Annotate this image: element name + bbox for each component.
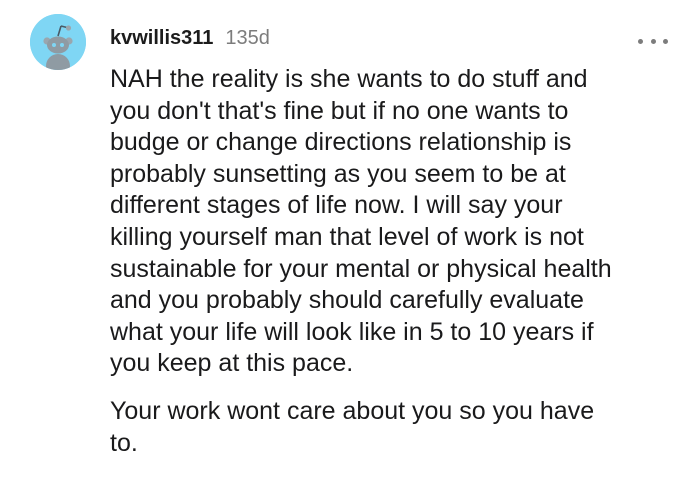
comment-card: kvwillis311 135d NAH the reality is she … — [0, 0, 700, 486]
comment-age: 135d — [225, 27, 270, 49]
dot — [638, 38, 643, 44]
text-line: different stages of life now. I will say… — [110, 191, 563, 220]
text-line: sustainable for your mental or physical … — [110, 254, 612, 283]
text-line: and you probably should carefully evalua… — [110, 286, 584, 315]
text-line: budge or change directions relationship … — [110, 128, 572, 157]
comment-meta: kvwillis311 135d — [110, 27, 270, 50]
text-line: killing yourself man that level of work … — [110, 222, 584, 251]
dot — [663, 38, 668, 44]
snoo-avatar-icon[interactable] — [30, 14, 86, 70]
text-line: you don't that's fine but if no one want… — [110, 96, 569, 125]
comment-body: NAH the reality is she wants to do stuff… — [110, 64, 670, 459]
text-line: what your life will look like in 5 to 10… — [110, 317, 594, 346]
comment-paragraph-2: Your work wont care about you so you hav… — [110, 396, 670, 459]
more-horizontal-icon[interactable] — [638, 34, 668, 48]
dot — [650, 38, 656, 44]
text-line: NAH the reality is she wants to do stuff… — [110, 65, 588, 93]
text-line: Your work wont care about you so you hav… — [110, 396, 595, 425]
text-line: you keep at this pace. — [110, 349, 354, 378]
text-line: to. — [110, 428, 138, 457]
text-line: probably sunsetting as you seem to be at — [110, 159, 566, 188]
comment-paragraph-1: NAH the reality is she wants to do stuff… — [110, 64, 670, 380]
username-link[interactable]: kvwillis311 — [110, 27, 213, 50]
